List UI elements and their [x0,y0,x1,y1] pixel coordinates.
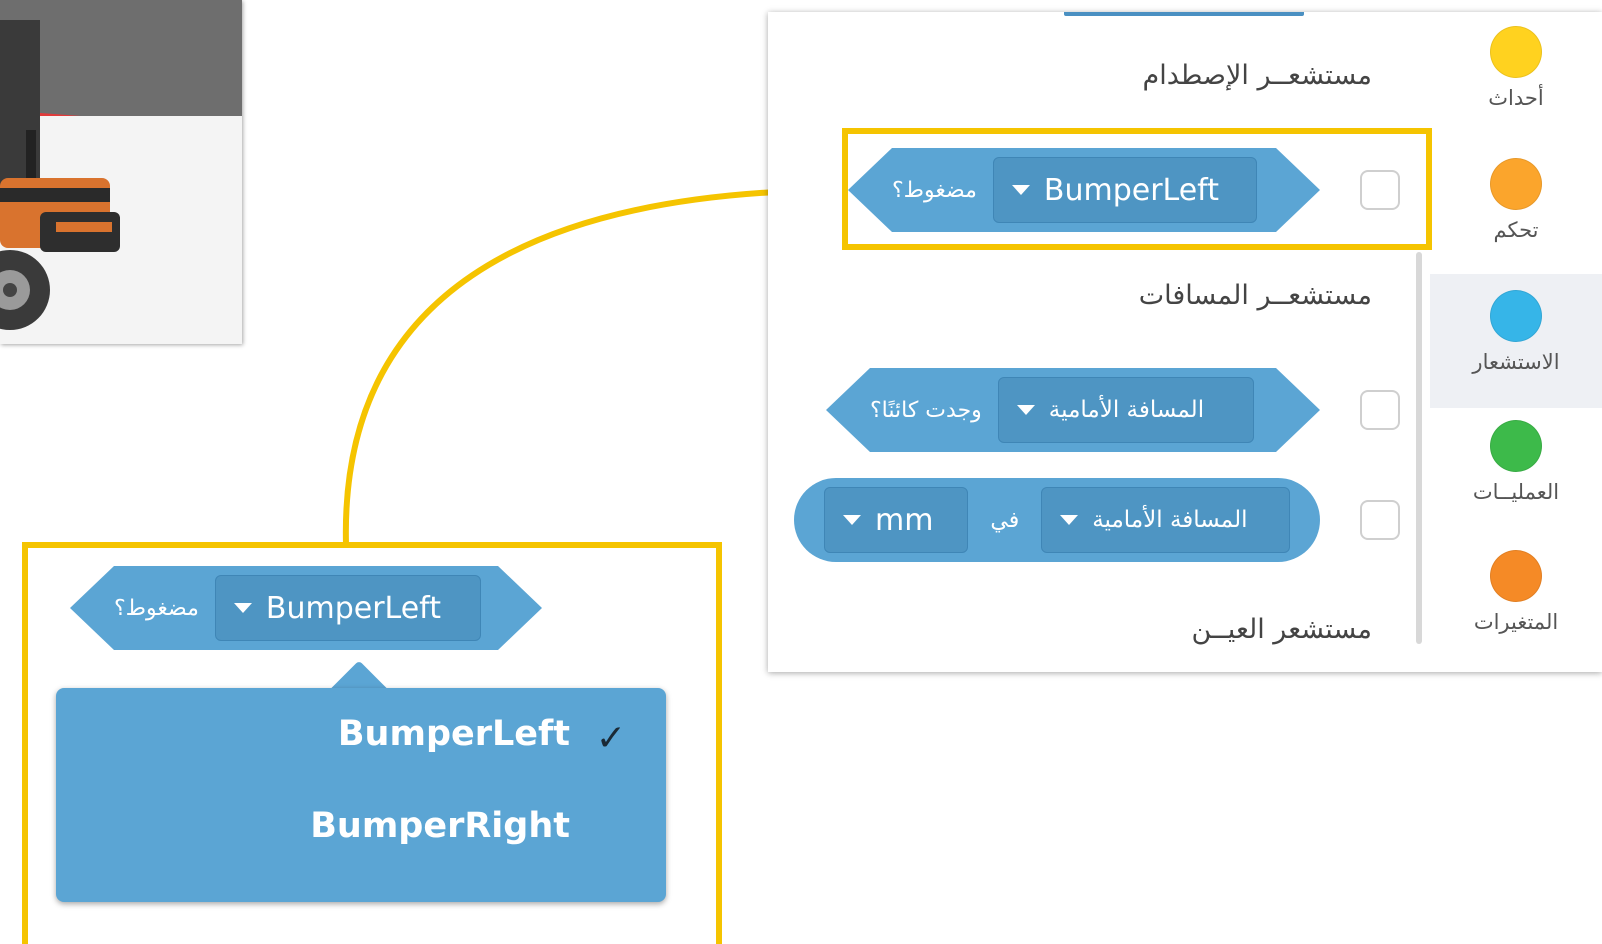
caret-down-icon [1017,405,1035,415]
operators-dot-icon [1490,420,1542,472]
category-control-label: تحكم [1493,218,1539,242]
caret-down-icon [234,603,252,613]
sensing-dot-icon [1490,290,1542,342]
palette-top-indicator [1064,12,1304,16]
distance-value-word: في [990,507,1020,533]
distance-found-field-value: المسافة الأمامية [1048,397,1205,423]
flyout-scrollbar[interactable] [1416,252,1422,644]
caret-down-icon [1060,515,1079,525]
robot-scene-thumbnail [0,0,242,344]
distance-found-block[interactable]: وجدت كائنًا؟ المسافة الأمامية [826,368,1320,452]
section-distance-label: مستشعــر المسافات [1138,280,1372,311]
dropdown-option-bumperright[interactable]: BumperRight [310,806,570,846]
distance-value-field-value: المسافة الأمامية [1092,507,1248,533]
distance-found-checkbox[interactable] [1360,390,1400,430]
unit-value: mm [875,502,934,538]
category-variables[interactable]: المتغيرات [1441,550,1591,634]
distance-value-dropdown[interactable]: المسافة الأمامية [1041,487,1290,553]
zoomed-bumper-dropdown[interactable]: BumperLeft [215,575,481,641]
unit-dropdown[interactable]: mm [824,487,969,553]
zoomed-bumper-field-value: BumperLeft [265,590,441,626]
category-events-label: أحداث [1488,86,1544,110]
category-sensing-label: الاستشعار [1472,350,1560,374]
caret-down-icon [843,515,861,525]
control-dot-icon [1490,158,1542,210]
category-operators[interactable]: العمليــات [1441,420,1591,504]
block-palette: أحداث تحكم الاستشعار العمليــات المتغيرا… [768,12,1602,672]
bumper-dropdown-menu: ✓ BumperLeft BumperRight [56,688,666,902]
robot-illustration [0,0,242,344]
section-bumper-label: مستشعــر الإصطدام [1142,60,1372,91]
checkmark-icon: ✓ [595,718,626,759]
distance-found-suffix: وجدت كائنًا؟ [870,397,982,423]
variables-dot-icon [1490,550,1542,602]
dropdown-option-bumperleft[interactable]: BumperLeft [338,714,570,754]
category-control[interactable]: تحكم [1441,158,1591,242]
distance-found-dropdown[interactable]: المسافة الأمامية [998,377,1254,443]
distance-value-checkbox[interactable] [1360,500,1400,540]
category-operators-label: العمليــات [1472,480,1560,504]
category-sensing[interactable]: الاستشعار [1441,290,1591,374]
category-variables-label: المتغيرات [1473,610,1559,634]
zoomed-bumper-suffix: مضغوط؟ [114,595,199,621]
distance-value-block[interactable]: mm في المسافة الأمامية [794,478,1320,562]
bumper-block-highlight [842,128,1432,250]
section-eye-label: مستشعر العيــن [1191,614,1372,645]
category-events[interactable]: أحداث [1441,26,1591,110]
zoomed-bumper-block[interactable]: مضغوط؟ BumperLeft [70,566,542,650]
events-dot-icon [1490,26,1542,78]
